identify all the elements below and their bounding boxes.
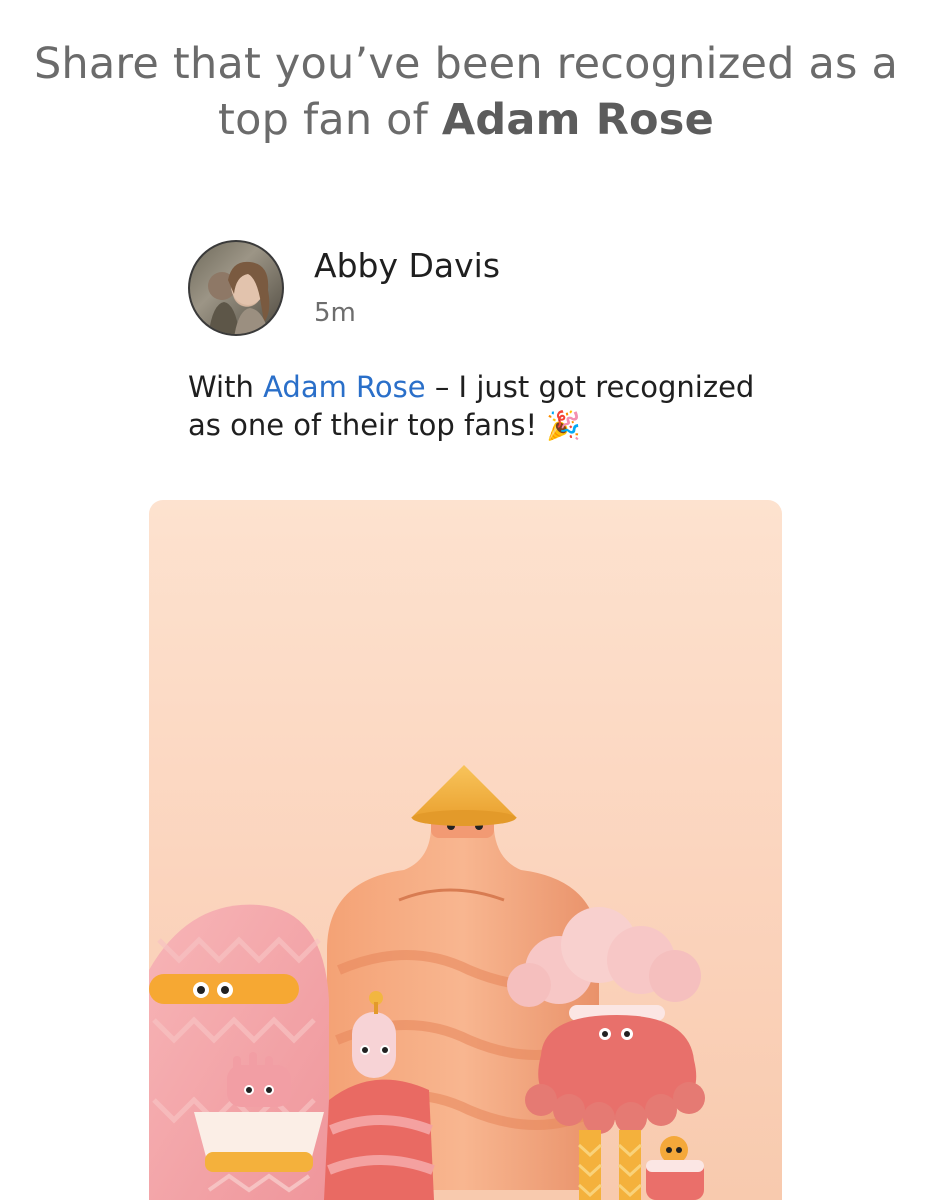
post-body: With Adam Rose – I just got recognized a… bbox=[188, 368, 778, 445]
post-timestamp: 5m bbox=[314, 298, 356, 328]
party-popper-icon: 🎉 bbox=[546, 409, 582, 442]
avatar-photo-icon bbox=[208, 261, 270, 334]
post-text-prefix: With bbox=[188, 370, 264, 404]
post-header: Abby Davis 5m bbox=[188, 240, 748, 336]
mention-link[interactable]: Adam Rose bbox=[263, 370, 426, 404]
share-headline: Share that you’ve been recognized as a t… bbox=[20, 36, 912, 148]
artist-name: Adam Rose bbox=[441, 95, 714, 145]
post-text-line2: as one of their top fans! bbox=[188, 408, 547, 442]
author-name[interactable]: Abby Davis bbox=[314, 246, 500, 285]
headline-line-1: Share that you’ve been recognized as a bbox=[33, 39, 899, 89]
post-text-line1: – I just got recognized bbox=[425, 370, 755, 404]
headline-line-2: top fan of Adam Rose bbox=[20, 92, 912, 148]
top-fan-illustration-icon bbox=[149, 765, 705, 1200]
avatar[interactable] bbox=[188, 240, 284, 336]
top-fan-image-card[interactable] bbox=[149, 500, 782, 1200]
headline-prefix: top fan of bbox=[218, 95, 442, 145]
